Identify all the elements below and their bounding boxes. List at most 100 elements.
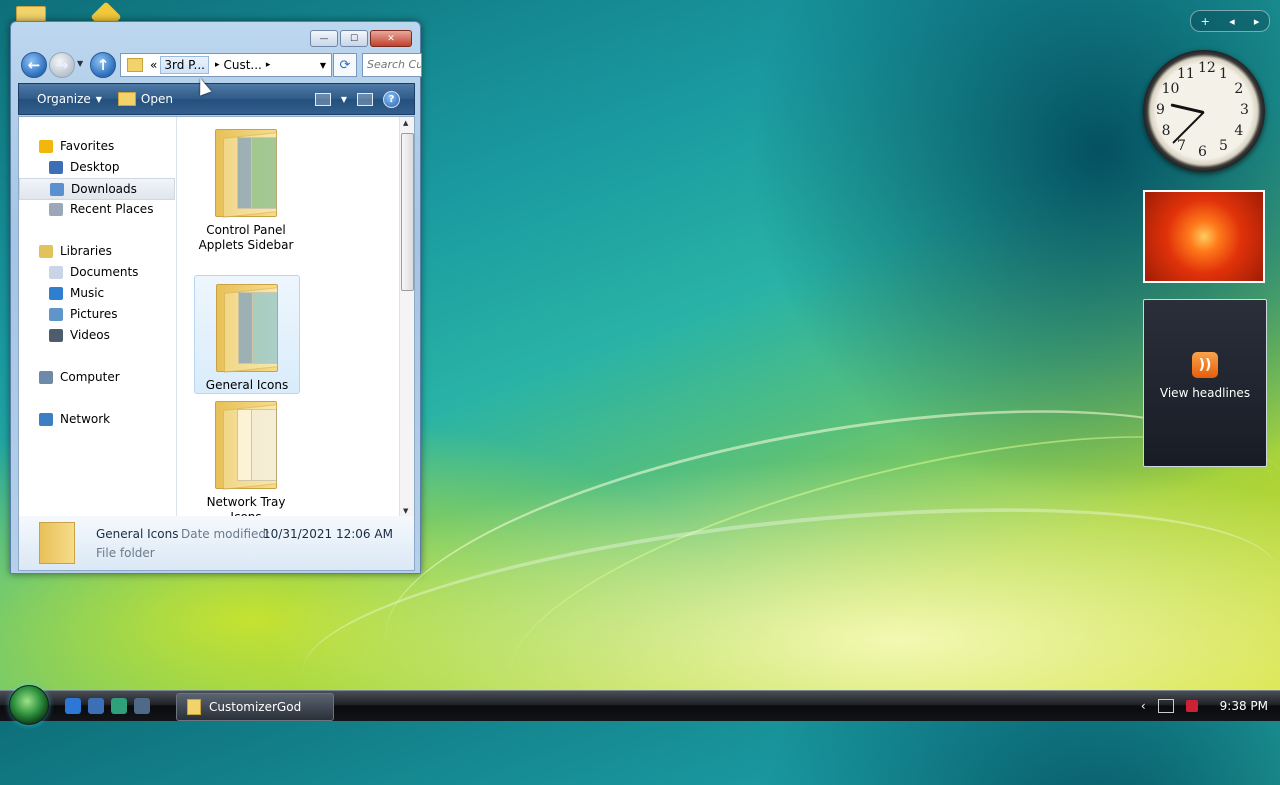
file-item[interactable]: Network Tray Icons	[194, 393, 298, 517]
sidebar-controls: + ◂ ▸	[1190, 10, 1270, 32]
file-item-label-line: Control Panel	[206, 223, 286, 237]
scroll-thumb[interactable]	[401, 133, 414, 291]
nav-item-documents[interactable]: Documents	[19, 262, 175, 282]
nav-item-music[interactable]: Music	[19, 283, 175, 303]
folder-icon	[39, 522, 75, 564]
explorer-window: — ☐ ✕ ← → ▼ ↑ « 3rd P... ▸ Cust... ▸ ▼ ⟳…	[10, 21, 425, 574]
feed-headlines-gadget[interactable]: )) View headlines	[1143, 299, 1267, 467]
nav-item-libraries[interactable]: Libraries	[19, 241, 175, 261]
preview-pane-icon[interactable]	[357, 92, 373, 106]
clock-time[interactable]: 9:38 PM	[1220, 699, 1268, 713]
nav-item-downloads[interactable]: Downloads	[19, 178, 175, 200]
taskbar-button-label: CustomizerGod	[209, 700, 302, 714]
nav-item-label: Documents	[70, 265, 139, 279]
breadcrumb-segment[interactable]: 3rd P...	[160, 56, 209, 74]
change-view-icon[interactable]	[314, 92, 331, 106]
nav-item-label: Network	[60, 412, 111, 426]
folder-icon	[187, 699, 201, 715]
breadcrumb-arrow[interactable]: ▸	[266, 60, 271, 70]
nav-item-desktop[interactable]: Desktop	[19, 157, 175, 177]
close-button[interactable]: ✕	[370, 30, 412, 47]
music-icon	[49, 286, 63, 300]
details-modified-label: Date modified:	[181, 527, 271, 541]
clock-number: 5	[1219, 138, 1228, 155]
previous-page-button[interactable]: ◂	[1229, 15, 1235, 28]
file-item-label-line: Applets Sidebar	[198, 238, 294, 252]
quick-launch-app-icon[interactable]	[134, 698, 150, 714]
nav-item-label: Pictures	[70, 307, 118, 321]
back-button[interactable]: ←	[21, 52, 47, 78]
folder-icon	[127, 58, 143, 72]
library-icon	[39, 244, 53, 258]
details-modified-value: 10/31/2021 12:06 AM	[263, 527, 393, 541]
up-button[interactable]: ↑	[90, 52, 116, 78]
network-icon	[39, 412, 53, 426]
search-box[interactable]	[362, 53, 425, 77]
start-button[interactable]	[9, 685, 49, 725]
organize-button[interactable]: Organize ▼	[29, 92, 110, 106]
breadcrumb-arrow[interactable]: ▸	[215, 60, 220, 70]
address-dropdown-button[interactable]: ▼	[320, 61, 326, 70]
switch-windows-icon[interactable]	[111, 698, 127, 714]
minimize-button[interactable]: —	[310, 30, 338, 47]
volume-muted-icon[interactable]	[1185, 700, 1198, 712]
refresh-button[interactable]: ⟳	[333, 53, 357, 77]
file-item-label: Control Panel Applets Sidebar	[194, 223, 298, 253]
search-input[interactable]	[363, 54, 425, 74]
nav-item-favorites[interactable]: Favorites	[19, 136, 175, 156]
next-page-button[interactable]: ▸	[1254, 15, 1260, 28]
file-item[interactable]: General Icons	[194, 275, 300, 394]
videos-icon	[49, 328, 63, 342]
help-icon[interactable]: ?	[383, 90, 400, 108]
slideshow-gadget[interactable]	[1143, 190, 1265, 283]
scroll-down-arrow[interactable]: ▼	[403, 507, 408, 515]
show-desktop-icon[interactable]	[88, 698, 104, 714]
clock-number: 9	[1156, 102, 1165, 118]
scroll-up-arrow[interactable]: ▲	[403, 119, 408, 127]
folder-icon	[212, 276, 282, 373]
details-file-type: File folder	[96, 546, 155, 560]
breadcrumb-overflow-button[interactable]: «	[147, 58, 160, 72]
system-tray: ‹ 9:38 PM	[1141, 691, 1280, 721]
details-pane: General Icons Date modified: 10/31/2021 …	[18, 516, 415, 571]
recent-pages-dropdown[interactable]: ▼	[77, 59, 83, 68]
computer-icon	[39, 370, 53, 384]
add-gadget-button[interactable]: +	[1201, 15, 1210, 28]
clock-number: 1	[1219, 65, 1228, 82]
view-controls: ▼ ?	[314, 90, 414, 108]
nav-item-recent-places[interactable]: Recent Places	[19, 199, 175, 219]
nav-item-network[interactable]: Network	[19, 409, 175, 429]
nav-item-videos[interactable]: Videos	[19, 325, 175, 345]
nav-item-label: Libraries	[60, 244, 112, 258]
maximize-button[interactable]: ☐	[340, 30, 368, 47]
file-item[interactable]: Control Panel Applets Sidebar	[194, 121, 298, 253]
address-bar[interactable]: « 3rd P... ▸ Cust... ▸ ▼	[120, 53, 332, 77]
nav-item-pictures[interactable]: Pictures	[19, 304, 175, 324]
breadcrumb-segment[interactable]: Cust...	[223, 58, 261, 72]
chevron-down-icon[interactable]: ▼	[341, 95, 347, 104]
documents-icon	[49, 265, 63, 279]
show-hidden-icons-button[interactable]: ‹	[1141, 699, 1146, 713]
nav-item-computer[interactable]: Computer	[19, 367, 175, 387]
view-headlines-link[interactable]: View headlines	[1144, 386, 1266, 400]
open-button[interactable]: Open	[110, 92, 181, 106]
file-item-label-line: General Icons	[205, 378, 289, 392]
internet-explorer-icon[interactable]	[65, 698, 81, 714]
taskbar: CustomizerGod ‹ 9:38 PM	[0, 685, 1280, 725]
nav-item-label: Videos	[70, 328, 110, 342]
clock-gadget[interactable]: 12 1 2 3 4 5 6 7 8 9 10 11	[1143, 50, 1265, 172]
navigation-pane: Favorites Desktop Downloads Recent Places Li…	[19, 117, 177, 517]
organize-label: Organize	[37, 92, 91, 106]
nav-item-label: Recent Places	[70, 202, 154, 216]
details-file-name: General Icons	[96, 527, 179, 541]
downloads-icon	[50, 182, 64, 196]
clock-number: 6	[1198, 144, 1207, 160]
explorer-content: Favorites Desktop Downloads Recent Places Li…	[18, 116, 415, 518]
forward-button[interactable]: →	[49, 52, 75, 78]
taskbar-button-customizergod[interactable]: CustomizerGod	[176, 693, 334, 721]
folder-icon	[211, 393, 281, 490]
vertical-scrollbar[interactable]: ▲ ▼	[399, 117, 414, 517]
network-status-icon[interactable]	[1157, 699, 1174, 713]
clock-number: 10	[1161, 81, 1180, 97]
file-item-label: Network Tray Icons	[194, 495, 298, 517]
